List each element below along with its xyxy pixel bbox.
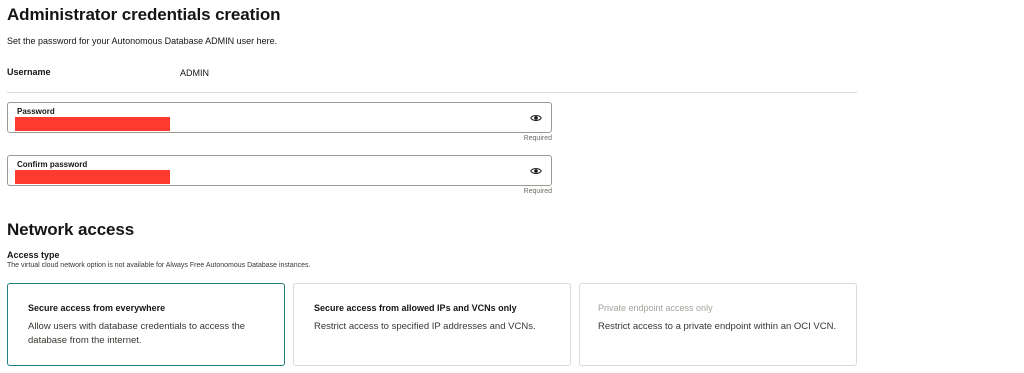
confirm-password-field-label: Confirm password [17,160,88,169]
access-option-title: Secure access from everywhere [28,303,166,313]
eye-icon[interactable] [530,112,542,124]
access-type-label: Access type [7,250,60,260]
confirm-password-value-redacted [15,170,170,184]
username-value: ADMIN [180,68,209,78]
divider [7,92,857,93]
username-label: Username [7,67,51,77]
access-option-title: Secure access from allowed IPs and VCNs … [314,303,517,313]
access-option-private-endpoint[interactable]: Private endpoint access only Restrict ac… [579,283,857,366]
access-type-note: The virtual cloud network option is not … [7,262,311,269]
access-option-description: Restrict access to specified IP addresse… [314,321,536,332]
password-required-hint: Required [523,135,552,142]
access-option-description: Restrict access to a private endpoint wi… [598,321,837,332]
access-option-description: Allow users with database credentials to… [28,321,246,346]
eye-icon[interactable] [530,165,542,177]
section-title-network: Network access [7,220,135,239]
password-field[interactable]: Password [7,102,552,133]
section-title-credentials: Administrator credentials creation [7,5,281,24]
credentials-description: Set the password for your Autonomous Dat… [7,36,278,46]
password-field-label: Password [17,107,55,116]
confirm-password-field[interactable]: Confirm password [7,155,552,186]
access-option-allowed-ips[interactable]: Secure access from allowed IPs and VCNs … [293,283,571,366]
access-option-title: Private endpoint access only [598,303,713,313]
password-value-redacted [15,117,170,131]
access-option-everywhere[interactable]: Secure access from everywhere Allow user… [7,283,285,366]
confirm-password-required-hint: Required [523,188,552,195]
